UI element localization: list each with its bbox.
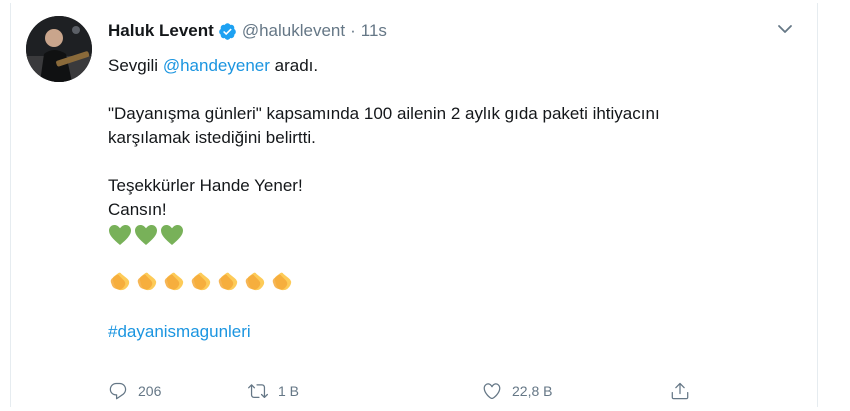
clapping-hands-icon [218,272,238,291]
separator-dot: · [350,21,356,40]
green-heart-icon [135,225,157,245]
hashtag-link[interactable]: #dayanismagunleri [108,322,251,341]
like-count: 22,8 B [512,383,553,399]
author-handle[interactable]: @haluklevent [242,21,345,41]
green-heart-icon [161,225,183,245]
retweet-icon [248,384,268,399]
text-segment: Sevgili [108,56,159,75]
mention-link[interactable]: @handeyener [163,56,270,75]
tweet-header: Haluk Levent @haluklevent · 11s [108,21,387,41]
tweet-card: Haluk Levent @haluklevent · 11s Sevgili … [10,3,818,407]
like-button[interactable]: 22,8 B [482,381,552,401]
text-segment: aradı. [274,56,319,75]
avatar-photo [26,16,92,82]
tweet-text: Sevgili @handeyener aradı. "Dayanışma gü… [108,54,788,344]
tweet-paragraph-3-line-1: Teşekkürler Hande Yener! [108,176,303,195]
tweet-paragraph-2-line-1: "Dayanışma günleri" kapsamında 100 ailen… [108,104,660,123]
reply-count: 206 [138,383,162,399]
share-icon [671,382,689,400]
more-options-button[interactable] [775,19,795,39]
tweet-actions: 206 1 B 22,8 B [108,381,708,405]
clapping-hands-icon [272,272,292,291]
retweet-button[interactable]: 1 B [248,381,299,401]
tweet-paragraph-3-line-2: Cansın! [108,200,167,219]
avatar[interactable] [26,16,92,82]
tweet-paragraph-2-line-2: karşılamak istediğini belirtti. [108,128,316,147]
retweet-count: 1 B [278,383,300,399]
verified-badge-icon [218,22,236,40]
clapping-hands-emoji [108,268,788,294]
clapping-hands-icon [164,272,184,291]
clapping-hands-icon [110,272,130,291]
green-heart-icon [109,225,131,245]
author-name[interactable]: Haluk Levent [108,21,214,41]
clapping-hands-icon [191,272,211,291]
timestamp[interactable]: 11s [361,21,387,41]
clapping-hands-icon [137,272,157,291]
chevron-down-icon [778,25,792,33]
reply-button[interactable]: 206 [108,381,161,401]
share-button[interactable] [670,381,690,401]
reply-icon [109,382,127,400]
green-hearts-emoji [108,222,788,248]
clapping-hands-icon [245,272,265,291]
tweet-line-1: Sevgili @handeyener aradı. [108,54,788,78]
like-icon [483,383,501,400]
